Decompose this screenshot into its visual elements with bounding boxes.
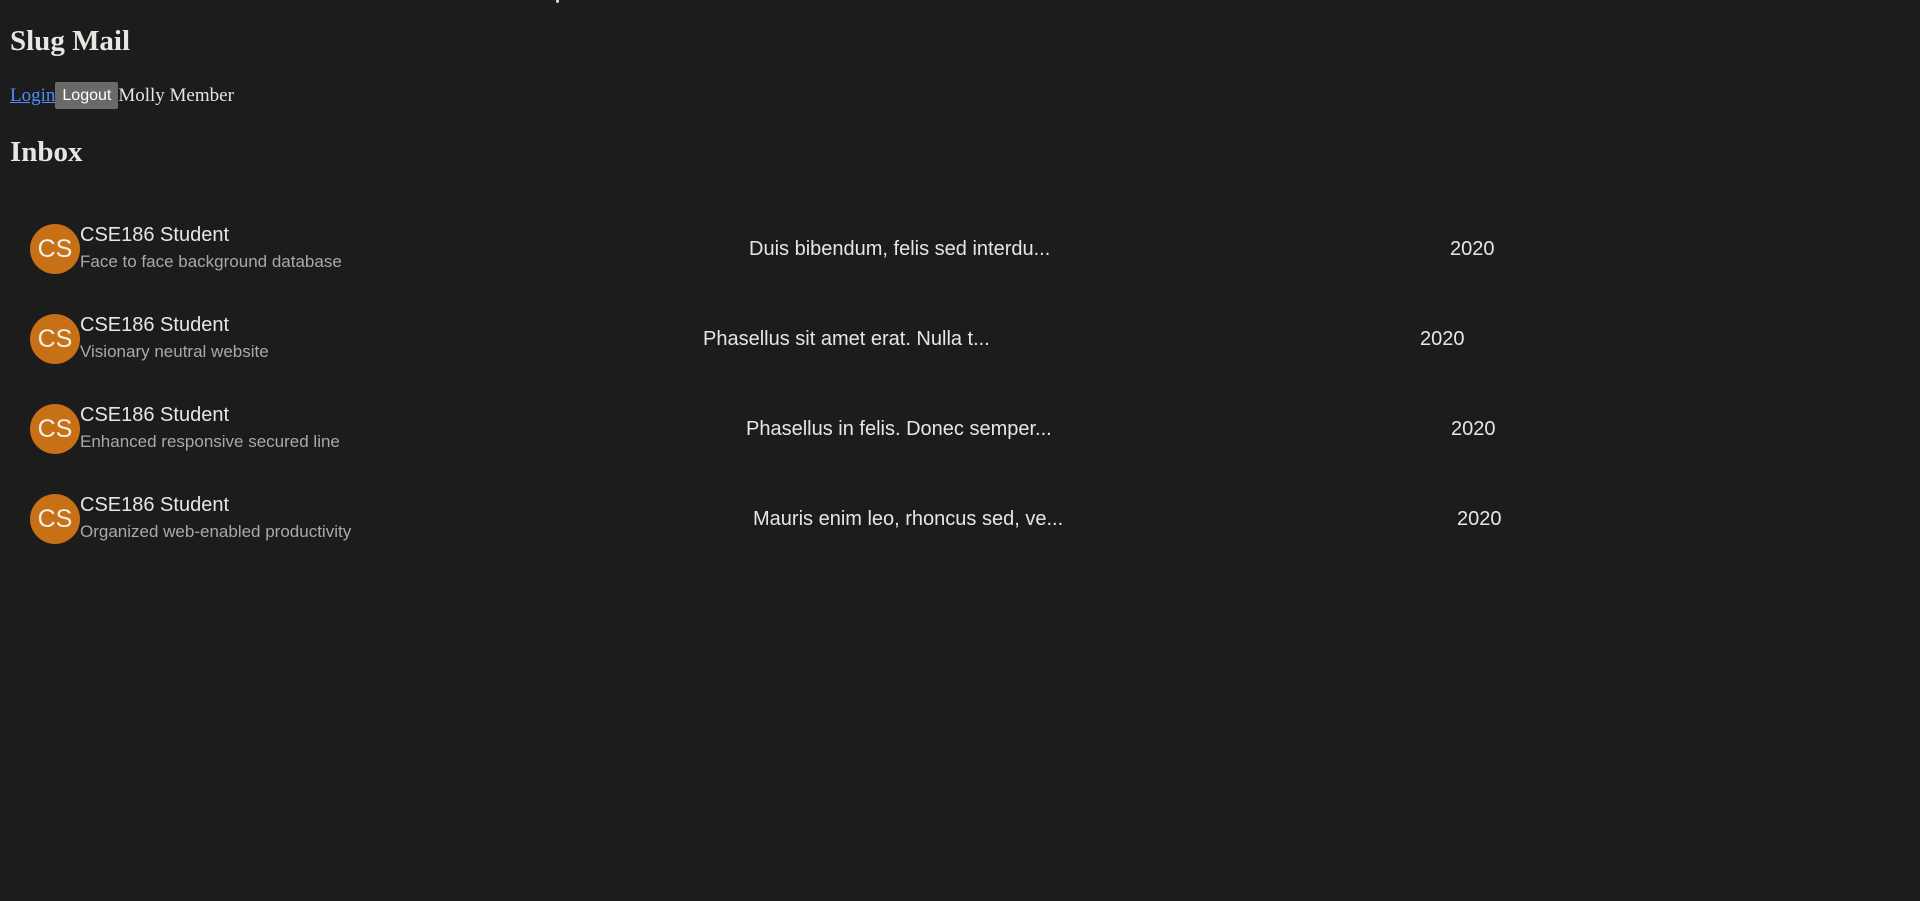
- mail-preview: Phasellus in felis. Donec semper...: [746, 418, 1052, 440]
- mail-date: 2020: [1451, 418, 1496, 440]
- top-sliver: [556, 0, 559, 3]
- mail-preview: Duis bibendum, felis sed interdu...: [749, 238, 1051, 260]
- mail-sender: CSE186 Student: [80, 494, 229, 516]
- mail-date: 2020: [1420, 328, 1465, 350]
- inbox-title: Inbox: [10, 136, 83, 168]
- mail-date: 2020: [1457, 508, 1502, 530]
- mail-list: CS CSE186 Student Face to face backgroun…: [0, 212, 1920, 592]
- avatar: CS: [30, 404, 80, 454]
- mail-item[interactable]: CS CSE186 Student Face to face backgroun…: [0, 212, 1580, 302]
- page: Slug Mail Login Logout Molly Member Inbo…: [0, 0, 1920, 901]
- mail-item[interactable]: CS CSE186 Student Visionary neutral webs…: [0, 302, 1580, 392]
- mail-date: 2020: [1450, 238, 1495, 260]
- avatar: CS: [30, 224, 80, 274]
- mail-sender: CSE186 Student: [80, 224, 229, 246]
- avatar: CS: [30, 494, 80, 544]
- mail-preview: Mauris enim leo, rhoncus sed, ve...: [753, 508, 1064, 530]
- user-name: Molly Member: [118, 84, 234, 106]
- mail-preview: Phasellus sit amet erat. Nulla t...: [703, 328, 990, 350]
- mail-item[interactable]: CS CSE186 Student Organized web-enabled …: [0, 482, 1580, 572]
- auth-row: Login Logout Molly Member: [10, 82, 234, 109]
- mail-subject: Face to face background database: [80, 252, 342, 271]
- logout-button[interactable]: Logout: [55, 82, 119, 109]
- login-link[interactable]: Login: [10, 85, 55, 107]
- app-title: Slug Mail: [10, 25, 131, 57]
- mail-subject: Organized web-enabled productivity: [80, 522, 352, 541]
- mail-item[interactable]: CS CSE186 Student Enhanced responsive se…: [0, 392, 1580, 482]
- avatar: CS: [30, 314, 80, 364]
- mail-sender: CSE186 Student: [80, 314, 229, 336]
- mail-subject: Enhanced responsive secured line: [80, 432, 340, 451]
- mail-sender: CSE186 Student: [80, 404, 229, 426]
- mail-subject: Visionary neutral website: [80, 342, 269, 361]
